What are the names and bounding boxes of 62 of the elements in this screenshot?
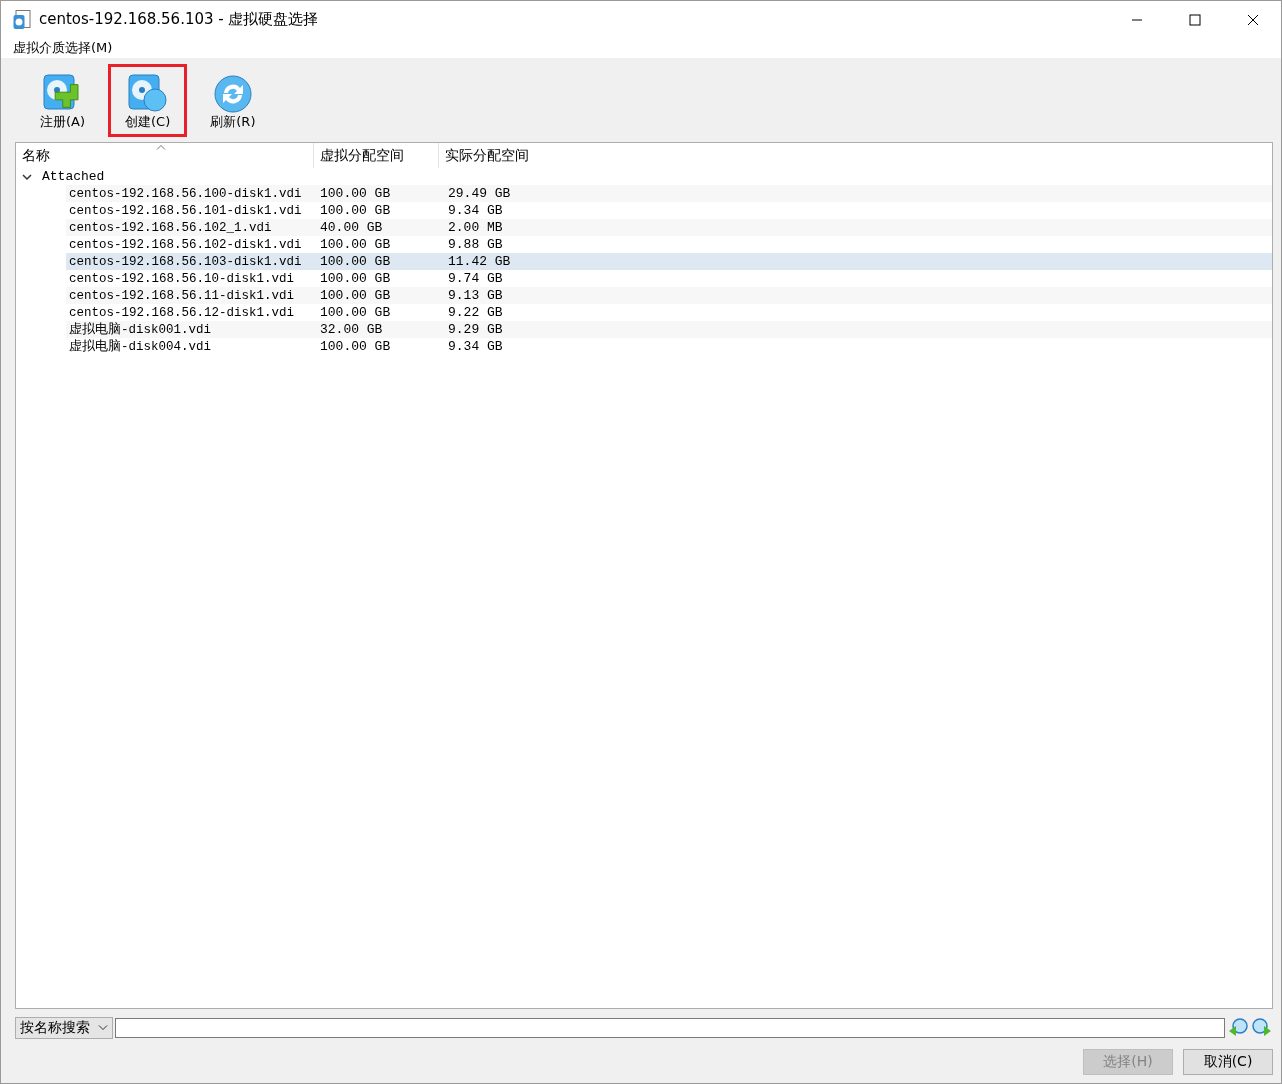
- actual-size: 9.29 GB: [447, 322, 503, 337]
- virtual-size: 32.00 GB: [319, 322, 384, 337]
- actual-size: 9.88 GB: [447, 237, 503, 252]
- virtual-size: 40.00 GB: [319, 220, 384, 235]
- virtual-size: 100.00 GB: [319, 288, 392, 303]
- disk-row[interactable]: centos-192.168.56.12-disk1.vdi 100.00 GB 9.22 GB: [66, 304, 1272, 321]
- search-mode-dropdown[interactable]: 按名称搜索: [15, 1017, 113, 1039]
- disk-name: centos-192.168.56.10-disk1.vdi: [68, 271, 296, 286]
- actual-size: 9.22 GB: [447, 305, 503, 320]
- search-next-icon[interactable]: [1251, 1017, 1273, 1039]
- search-field[interactable]: [115, 1018, 1225, 1038]
- disk-name: centos-192.168.56.103-disk1.vdi: [68, 254, 303, 269]
- toolbar-button[interactable]: 刷新(R): [193, 63, 273, 137]
- disk-row[interactable]: centos-192.168.56.102_1.vdi 40.00 GB 2.00 MB: [66, 219, 1272, 236]
- disk-row[interactable]: 虚拟电脑-disk004.vdi 100.00 GB 9.34 GB: [66, 338, 1272, 355]
- virtual-size: 100.00 GB: [319, 305, 392, 320]
- actual-size: 11.42 GB: [447, 254, 511, 269]
- disk-row[interactable]: centos-192.168.56.11-disk1.vdi 100.00 GB 9.13 GB: [66, 287, 1272, 304]
- group-label: Attached: [42, 169, 105, 184]
- disk-name: 虚拟电脑-disk001.vdi: [68, 321, 212, 338]
- disk-name: centos-192.168.56.100-disk1.vdi: [68, 186, 303, 201]
- disk-row[interactable]: centos-192.168.56.101-disk1.vdi 100.00 GB 9.34 GB: [66, 202, 1272, 219]
- virtual-size: 100.00 GB: [319, 186, 392, 201]
- disk-row[interactable]: centos-192.168.56.10-disk1.vdi 100.00 GB 9.74 GB: [66, 270, 1272, 287]
- actual-size: 9.74 GB: [447, 271, 503, 286]
- column-header[interactable]: 虚拟分配空间: [314, 143, 439, 168]
- toolbar-button[interactable]: 注册(A): [23, 63, 103, 137]
- disk-name: centos-192.168.56.11-disk1.vdi: [68, 288, 296, 303]
- virtual-size: 100.00 GB: [319, 271, 392, 286]
- sort-icon: [156, 144, 166, 150]
- window-title: centos-192.168.56.103 - 虚拟硬盘选择: [39, 10, 319, 29]
- dialog-button[interactable]: 取消(C): [1183, 1049, 1273, 1075]
- actual-size: 29.49 GB: [447, 186, 511, 201]
- menu-item[interactable]: 虚拟介质选择(M): [13, 39, 113, 57]
- column-header[interactable]: 名称: [16, 143, 314, 168]
- caret-icon: [98, 1025, 108, 1031]
- actual-size: 9.13 GB: [447, 288, 503, 303]
- disk-name: centos-192.168.56.102_1.vdi: [68, 220, 273, 235]
- disk-name: centos-192.168.56.102-disk1.vdi: [68, 237, 303, 252]
- disk-row[interactable]: 虚拟电脑-disk001.vdi 32.00 GB 9.29 GB: [66, 321, 1272, 338]
- virtual-size: 100.00 GB: [319, 339, 392, 354]
- virtual-size: 100.00 GB: [319, 237, 392, 252]
- toolbar-button[interactable]: 创建(C): [108, 63, 188, 137]
- app-icon: [13, 9, 31, 30]
- search-previous-icon[interactable]: [1227, 1017, 1249, 1039]
- disk-row[interactable]: centos-192.168.56.100-disk1.vdi 100.00 GB 29.49 GB: [66, 185, 1272, 202]
- actual-size: 2.00 MB: [447, 220, 503, 235]
- actual-size: 9.34 GB: [447, 203, 503, 218]
- disk-name: centos-192.168.56.101-disk1.vdi: [68, 203, 303, 218]
- disk-row[interactable]: centos-192.168.56.103-disk1.vdi 100.00 GB 11.42 GB: [66, 253, 1272, 270]
- expander-icon[interactable]: [22, 171, 32, 182]
- maximize-icon[interactable]: [1189, 13, 1201, 26]
- disk-name: centos-192.168.56.12-disk1.vdi: [68, 305, 296, 320]
- close-icon[interactable]: [1247, 13, 1259, 26]
- virtual-size: 100.00 GB: [319, 203, 392, 218]
- disk-name: 虚拟电脑-disk004.vdi: [68, 338, 212, 355]
- actual-size: 9.34 GB: [447, 339, 503, 354]
- disk-create-icon: [126, 72, 169, 113]
- disk-row[interactable]: centos-192.168.56.102-disk1.vdi 100.00 GB 9.88 GB: [66, 236, 1272, 253]
- column-header[interactable]: 实际分配空间: [439, 143, 529, 168]
- refresh-icon: [211, 72, 254, 113]
- virtual-size: 100.00 GB: [319, 254, 392, 269]
